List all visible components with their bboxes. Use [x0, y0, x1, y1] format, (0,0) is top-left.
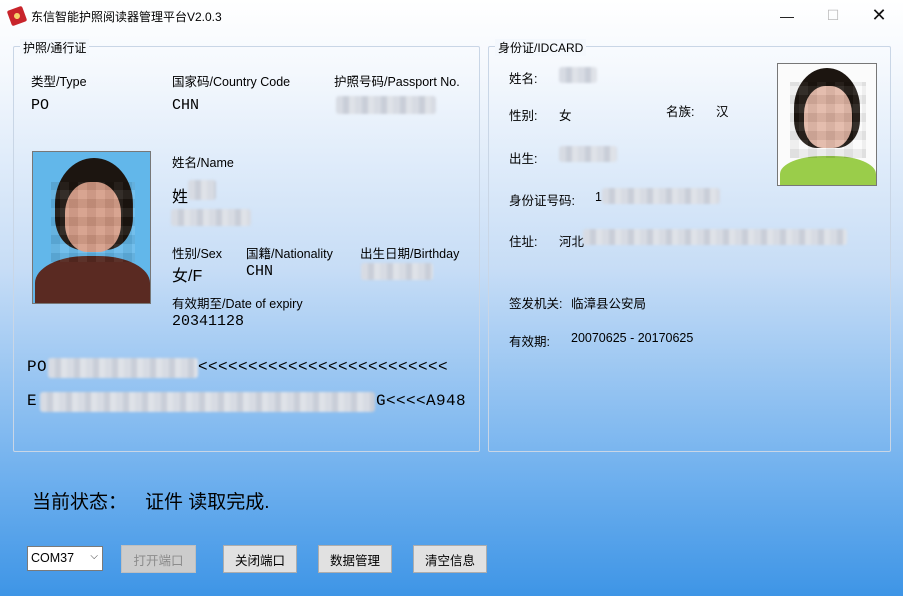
close-port-button[interactable]: 关闭端口: [223, 545, 297, 573]
validity-value: 20070625 - 20170625: [571, 331, 693, 345]
id-number-label: 身份证号码:: [509, 190, 575, 209]
open-port-button[interactable]: 打开端口: [121, 545, 196, 573]
idcard-photo: [777, 63, 877, 186]
expiry-value: 20341128: [172, 313, 244, 330]
passport-type-value: PO: [31, 97, 49, 114]
close-button[interactable]: ✕: [856, 0, 902, 31]
window-title: 东信智能护照阅读器管理平台V2.0.3: [31, 8, 222, 25]
id-number-prefix: 1: [595, 190, 602, 204]
birthday-label: 出生日期/Birthday: [360, 243, 459, 262]
id-birth-redacted: [559, 146, 617, 162]
passport-type-label: 类型/Type: [31, 71, 87, 90]
id-sex-label: 性别:: [509, 105, 537, 124]
passport-name-label: 姓名/Name: [172, 152, 234, 171]
birthday-redacted: [361, 263, 433, 280]
nationality-label: 国籍/Nationality: [246, 243, 333, 262]
passport-no-redacted: [336, 96, 436, 114]
id-name-redacted: [559, 67, 597, 83]
country-code-value: CHN: [172, 97, 199, 114]
id-number-redacted: [602, 188, 720, 204]
passport-sex-label: 性别/Sex: [172, 243, 222, 262]
com-port-select[interactable]: COM37 ⌵: [27, 546, 103, 571]
minimize-button[interactable]: —: [764, 0, 810, 31]
status-value: 证件 读取完成.: [145, 487, 270, 514]
id-birth-label: 出生:: [509, 148, 537, 167]
ethnicity-label: 名族:: [666, 101, 694, 120]
issuer-value: 临漳县公安局: [571, 293, 646, 312]
status-label: 当前状态：: [32, 487, 127, 514]
mrz-line2-redacted: [40, 392, 375, 412]
nationality-value: CHN: [246, 263, 273, 280]
expiry-label: 有效期至/Date of expiry: [172, 293, 303, 312]
id-sex-value: 女: [559, 105, 572, 124]
idcard-group-title: 身份证/IDCARD: [495, 39, 586, 56]
passport-name-visible: 姓: [172, 183, 188, 207]
country-code-label: 国家码/Country Code: [172, 71, 290, 90]
mrz-line1-redacted: [48, 358, 198, 378]
passport-name-redacted: [188, 180, 216, 200]
address-prefix: 河北: [559, 231, 584, 250]
maximize-button[interactable]: ☐: [810, 0, 856, 31]
passport-name-pinyin-redacted: [171, 209, 251, 226]
address-redacted: [583, 229, 847, 245]
validity-label: 有效期:: [509, 331, 550, 350]
passport-group-title: 护照/通行证: [20, 39, 89, 56]
title-bar: 东信智能护照阅读器管理平台V2.0.3 — ☐ ✕: [0, 0, 903, 31]
com-port-value: COM37: [31, 551, 74, 565]
mrz-line1-prefix: PO: [27, 358, 47, 376]
passport-no-label: 护照号码/Passport No.: [334, 71, 460, 90]
passport-sex-value: 女/F: [172, 262, 202, 286]
passport-photo: [32, 151, 151, 304]
chevron-down-icon: ⌵: [90, 551, 98, 562]
app-icon: [7, 6, 28, 27]
ethnicity-value: 汉: [716, 101, 729, 120]
mrz-line2-prefix: E: [27, 392, 37, 410]
id-name-label: 姓名:: [509, 68, 537, 87]
clear-info-button[interactable]: 清空信息: [413, 545, 487, 573]
issuer-label: 签发机关:: [509, 293, 562, 312]
mrz-line1-suffix: <<<<<<<<<<<<<<<<<<<<<<<<<: [198, 358, 448, 376]
data-manage-button[interactable]: 数据管理: [318, 545, 392, 573]
mrz-line2-suffix: G<<<<A948: [376, 392, 466, 410]
address-label: 住址:: [509, 231, 537, 250]
